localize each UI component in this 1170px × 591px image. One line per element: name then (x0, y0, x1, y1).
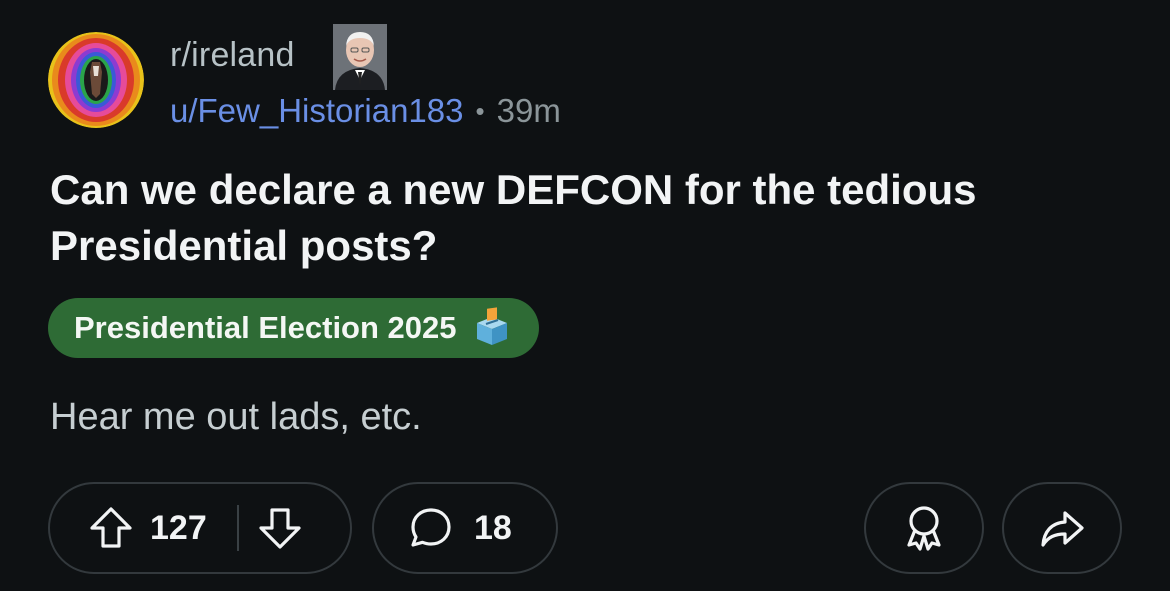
speech-bubble-icon (408, 505, 454, 551)
vote-bar: 127 (48, 482, 352, 574)
comments-button[interactable]: 18 (372, 482, 558, 574)
subreddit-name[interactable]: r/ireland (170, 36, 295, 75)
vote-divider (236, 505, 239, 551)
post-byline: u/Few_Historian183 • 39m (170, 92, 561, 130)
comment-count: 18 (474, 508, 512, 547)
share-button[interactable] (1002, 482, 1122, 574)
user-flair-image (333, 24, 387, 90)
flair-label: Presidential Election 2025 (74, 310, 457, 345)
post-flair[interactable]: Presidential Election 2025 (48, 298, 539, 358)
username-link[interactable]: u/Few_Historian183 (170, 92, 464, 130)
upvote-count: 127 (150, 508, 207, 547)
ballot-box-icon (471, 307, 513, 349)
award-button[interactable] (864, 482, 984, 574)
post-age: 39m (496, 92, 561, 129)
post-title[interactable]: Can we declare a new DEFCON for the tedi… (50, 162, 1130, 274)
subreddit-avatar[interactable] (48, 32, 144, 128)
byline-separator: • (475, 95, 485, 126)
arrow-up-icon[interactable] (88, 505, 134, 551)
post-body: Hear me out lads, etc. (50, 396, 422, 438)
award-ribbon-icon (901, 503, 947, 553)
share-arrow-icon (1038, 505, 1086, 551)
arrow-down-icon[interactable] (257, 505, 303, 551)
